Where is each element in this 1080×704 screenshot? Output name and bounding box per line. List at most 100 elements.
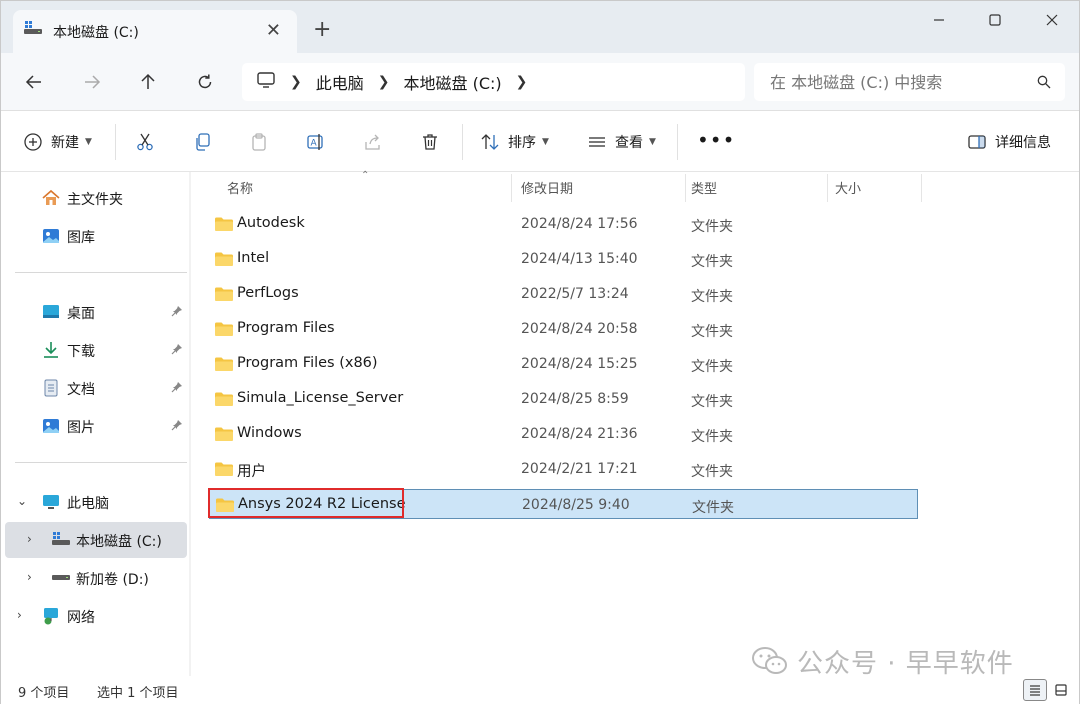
svg-text:A: A: [311, 139, 318, 149]
details-pane-button[interactable]: 详细信息: [967, 128, 1051, 156]
sort-button[interactable]: 排序 ▼: [480, 128, 549, 156]
sidebar-item-this-pc[interactable]: ⌄ 此电脑: [5, 484, 187, 520]
breadcrumb-this-pc[interactable]: 此电脑: [316, 70, 364, 94]
table-row[interactable]: Windows 2024/8/24 21:36 文件夹: [209, 419, 918, 449]
file-type: 文件夹: [691, 464, 733, 480]
file-list: ⌃ 名称 修改日期 类型 大小 Autodesk 2024/8/24 17:56…: [191, 170, 1079, 676]
refresh-button[interactable]: [190, 67, 220, 97]
rename-button[interactable]: A: [306, 128, 326, 156]
rename-icon: A: [307, 134, 323, 150]
tab-close-button[interactable]: ✕: [266, 20, 281, 41]
minimize-icon: [934, 19, 944, 21]
sidebar-item-network[interactable]: › 网络: [5, 598, 187, 634]
tab-local-disk-c[interactable]: 本地磁盘 (C:) ✕: [13, 10, 297, 53]
address-bar[interactable]: ❯ 此电脑 ❯ 本地磁盘 (C:) ❯: [242, 63, 745, 101]
table-row[interactable]: Intel 2024/4/13 15:40 文件夹: [209, 244, 918, 274]
file-name: Program Files (x86): [237, 355, 378, 371]
folder-icon: [215, 497, 235, 517]
copy-button[interactable]: [192, 128, 212, 156]
table-row[interactable]: PerfLogs 2022/5/7 13:24 文件夹: [209, 279, 918, 309]
sidebar-item-desktop[interactable]: 桌面: [5, 294, 187, 330]
breadcrumb-local-disk-c[interactable]: 本地磁盘 (C:): [403, 70, 501, 94]
chevron-right-icon[interactable]: ❯: [290, 74, 302, 90]
sidebar-item-local-disk-c[interactable]: › 本地磁盘 (C:): [5, 522, 187, 558]
search-input[interactable]: [770, 72, 1020, 92]
file-type: 文件夹: [691, 394, 733, 410]
table-row[interactable]: Program Files (x86) 2024/8/24 15:25 文件夹: [209, 349, 918, 379]
title-bar: 本地磁盘 (C:) ✕ +: [1, 1, 1079, 53]
column-header-date[interactable]: 修改日期: [521, 172, 573, 202]
chevron-right-icon[interactable]: ❯: [516, 74, 528, 90]
sidebar-item-new-volume-d[interactable]: › 新加卷 (D:): [5, 560, 187, 596]
close-window-button[interactable]: [1032, 7, 1072, 33]
column-divider[interactable]: [921, 174, 922, 202]
search-icon[interactable]: [1037, 75, 1051, 93]
sidebar-item-downloads[interactable]: 下载: [5, 332, 187, 368]
computer-icon: [41, 492, 61, 516]
pin-icon[interactable]: [171, 343, 183, 359]
column-divider[interactable]: [685, 174, 686, 202]
item-count: 9 个项目: [18, 686, 70, 701]
pin-icon[interactable]: [171, 419, 183, 435]
file-explorer-window: 本地磁盘 (C:) ✕ + ❯ 此电脑 ❯ 本地磁盘 (C:) ❯ 在 本地磁盘…: [0, 0, 1080, 704]
sidebar-item-label: 桌面: [67, 306, 95, 322]
sidebar-item-label: 图库: [67, 230, 95, 246]
back-button[interactable]: [19, 67, 49, 97]
file-date: 2024/8/24 17:56: [521, 216, 638, 232]
network-icon: [41, 606, 61, 630]
table-row[interactable]: Simula_License_Server 2024/8/25 8:59 文件夹: [209, 384, 918, 414]
share-button[interactable]: [363, 128, 383, 156]
table-row[interactable]: Program Files 2024/8/24 20:58 文件夹: [209, 314, 918, 344]
sidebar-item-home[interactable]: 主文件夹: [5, 180, 187, 216]
paste-button[interactable]: [249, 128, 269, 156]
sidebar-item-label: 下载: [67, 344, 95, 360]
tiles-view-button[interactable]: [1049, 679, 1073, 701]
sidebar-divider: [15, 462, 187, 463]
file-type: 文件夹: [691, 324, 733, 340]
pin-icon[interactable]: [171, 305, 183, 321]
folder-icon: [214, 286, 234, 306]
chevron-right-icon[interactable]: ›: [27, 570, 32, 584]
sidebar-item-pictures[interactable]: 图片: [5, 408, 187, 444]
delete-button[interactable]: [420, 128, 440, 156]
minimize-button[interactable]: [919, 7, 959, 33]
file-date: 2024/4/13 15:40: [521, 251, 638, 267]
new-tab-button[interactable]: +: [313, 17, 331, 42]
table-row-selected[interactable]: Ansys 2024 R2 License 2024/8/25 9:40 文件夹: [209, 489, 918, 519]
column-divider[interactable]: [827, 174, 828, 202]
folder-icon: [214, 216, 234, 236]
table-row[interactable]: 用户 2024/2/21 17:21 文件夹: [209, 454, 918, 484]
file-name: Autodesk: [237, 215, 305, 231]
view-button[interactable]: 查看 ▼: [587, 128, 656, 156]
forward-button[interactable]: [77, 67, 107, 97]
file-type: 文件夹: [691, 429, 733, 445]
sidebar-item-gallery[interactable]: 图库: [5, 218, 187, 254]
column-header-type[interactable]: 类型: [691, 172, 717, 202]
column-header-size[interactable]: 大小: [835, 172, 861, 202]
column-divider[interactable]: [511, 174, 512, 202]
computer-icon: [256, 71, 276, 93]
sidebar-item-documents[interactable]: 文档: [5, 370, 187, 406]
pin-icon[interactable]: [171, 381, 183, 397]
table-row[interactable]: Autodesk 2024/8/24 17:56 文件夹: [209, 209, 918, 239]
cut-button[interactable]: [135, 128, 155, 156]
chevron-right-icon[interactable]: ›: [17, 608, 22, 622]
chevron-right-icon[interactable]: ›: [27, 532, 32, 546]
file-date: 2024/8/24 20:58: [521, 321, 638, 337]
more-options-button[interactable]: •••: [697, 126, 735, 154]
details-pane-icon: [968, 135, 986, 149]
sidebar-item-label: 网络: [67, 610, 95, 626]
column-header-name[interactable]: 名称: [227, 172, 253, 202]
details-view-button[interactable]: [1023, 679, 1047, 701]
file-type: 文件夹: [692, 500, 734, 516]
file-name: Ansys 2024 R2 License: [238, 496, 406, 512]
document-icon: [41, 378, 61, 402]
file-date: 2022/5/7 13:24: [521, 286, 629, 302]
chevron-down-icon[interactable]: ⌄: [17, 494, 27, 508]
chevron-right-icon[interactable]: ❯: [378, 74, 390, 90]
up-button[interactable]: [133, 67, 163, 97]
details-label: 详细信息: [995, 135, 1051, 151]
maximize-button[interactable]: [975, 7, 1015, 33]
new-button[interactable]: 新建 ▼: [23, 128, 92, 156]
tiles-view-icon: [1055, 684, 1067, 696]
